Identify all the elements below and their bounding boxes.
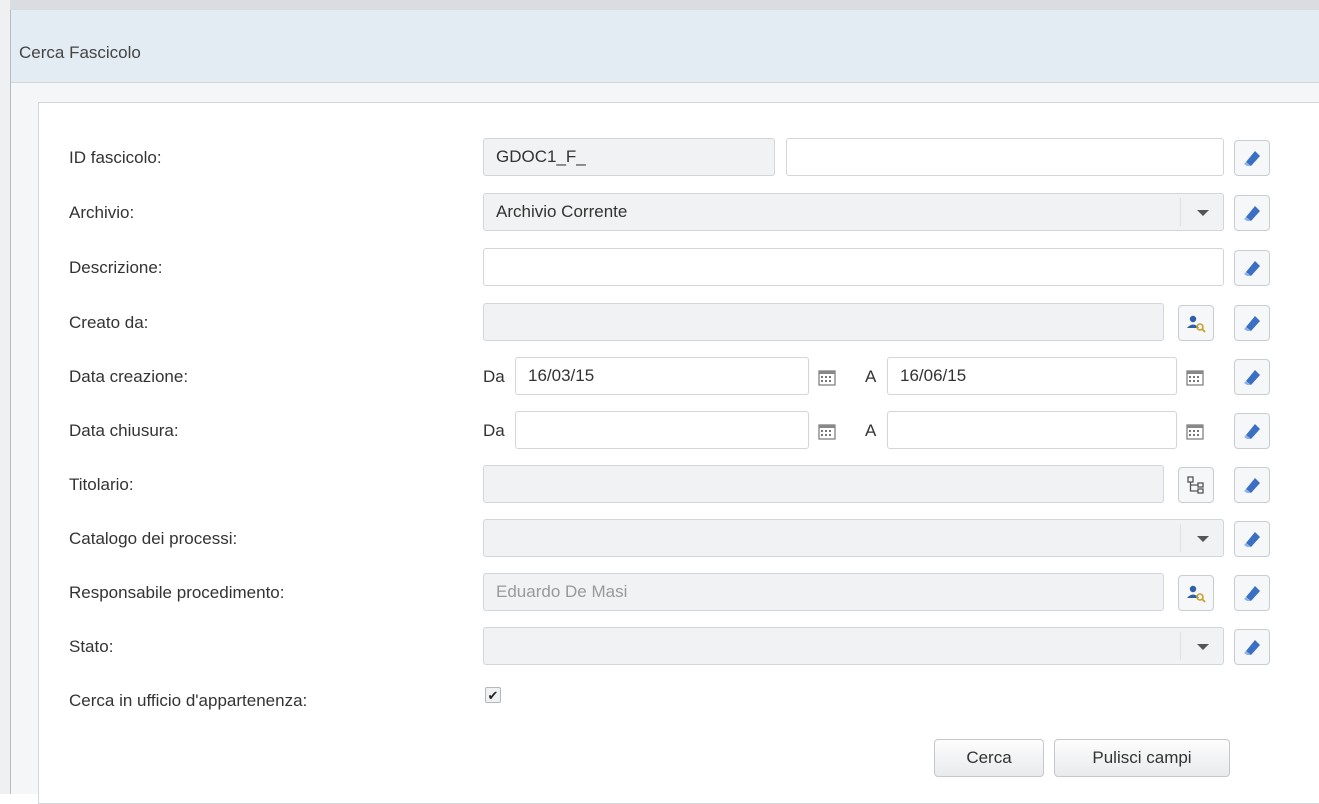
search-form: ID fascicolo: GDOC1_F_ Archivio: Archivi…: [38, 102, 1319, 804]
user-lookup-button[interactable]: [1178, 575, 1214, 611]
row-data-creazione: Data creazione: Da 16/03/15 A 16/06/15: [39, 357, 1319, 397]
row-descrizione: Descrizione:: [39, 248, 1319, 288]
chevron-down-icon[interactable]: [1197, 644, 1209, 650]
dropdown-separator: [1180, 632, 1181, 660]
dialog-title: Cerca Fascicolo: [19, 43, 141, 62]
clear-id-fascicolo-button[interactable]: [1234, 140, 1270, 176]
eraser-icon: [1244, 424, 1260, 439]
stato-select[interactable]: [483, 627, 1224, 665]
responsabile-label: Responsabile procedimento:: [69, 583, 285, 602]
catalogo-select[interactable]: [483, 519, 1224, 557]
calendar-button[interactable]: [1179, 359, 1211, 395]
user-search-icon: [1187, 315, 1206, 333]
clear-stato-button[interactable]: [1234, 629, 1270, 665]
eraser-icon: [1244, 261, 1260, 276]
titolario-input: [483, 465, 1164, 503]
data-creazione-label: Data creazione:: [69, 367, 189, 386]
archivio-select[interactable]: Archivio Corrente: [483, 193, 1224, 231]
data-chiusura-to-input[interactable]: [887, 411, 1177, 449]
row-responsabile: Responsabile procedimento: Eduardo De Ma…: [39, 573, 1319, 613]
user-lookup-button[interactable]: [1178, 305, 1214, 341]
row-cerca-ufficio: Cerca in ufficio d'appartenenza: ✔: [39, 681, 1319, 721]
data-chiusura-to-label: A: [865, 421, 877, 440]
creato-da-input: [483, 303, 1164, 341]
eraser-icon: [1244, 478, 1260, 493]
id-fascicolo-input[interactable]: [786, 138, 1224, 176]
clear-creato-da-button[interactable]: [1234, 305, 1270, 341]
row-catalogo: Catalogo dei processi:: [39, 519, 1319, 559]
calendar-icon: [818, 370, 836, 386]
clear-responsabile-button[interactable]: [1234, 575, 1270, 611]
calendar-button[interactable]: [811, 413, 843, 449]
chevron-down-icon[interactable]: [1197, 536, 1209, 542]
archivio-label: Archivio:: [69, 203, 135, 222]
clear-data-chiusura-button[interactable]: [1234, 413, 1270, 449]
id-fascicolo-label: ID fascicolo:: [69, 148, 162, 167]
responsabile-input: Eduardo De Masi: [483, 573, 1164, 611]
row-creato-da: Creato da:: [39, 303, 1319, 343]
calendar-button[interactable]: [1179, 413, 1211, 449]
data-chiusura-from-input[interactable]: [515, 411, 809, 449]
row-archivio: Archivio: Archivio Corrente: [39, 193, 1319, 233]
dropdown-separator: [1180, 198, 1181, 226]
background-strip: [0, 0, 10, 794]
row-titolario: Titolario:: [39, 465, 1319, 505]
eraser-icon: [1244, 532, 1260, 547]
descrizione-input[interactable]: [483, 248, 1224, 286]
id-fascicolo-prefix: GDOC1_F_: [483, 138, 775, 176]
chevron-down-icon[interactable]: [1197, 210, 1209, 216]
dropdown-separator: [1180, 524, 1181, 552]
eraser-icon: [1244, 316, 1260, 331]
titolario-tree-button[interactable]: [1178, 467, 1214, 503]
clear-archivio-button[interactable]: [1234, 195, 1270, 231]
data-chiusura-from-label: Da: [483, 421, 505, 440]
data-creazione-to-label: A: [865, 367, 877, 386]
catalogo-label: Catalogo dei processi:: [69, 529, 238, 548]
dialog-titlebar: Cerca Fascicolo: [11, 10, 1319, 83]
eraser-icon: [1244, 151, 1260, 166]
stato-label: Stato:: [69, 637, 114, 656]
checkmark-icon: ✔: [487, 687, 499, 703]
eraser-icon: [1244, 586, 1260, 601]
window-top-edge: [0, 0, 1319, 10]
data-creazione-from-input[interactable]: 16/03/15: [515, 357, 809, 395]
cerca-ufficio-checkbox[interactable]: ✔: [485, 687, 501, 703]
user-search-icon: [1187, 585, 1206, 603]
tree-icon: [1187, 476, 1204, 494]
clear-fields-button[interactable]: Pulisci campi: [1054, 739, 1230, 777]
eraser-icon: [1244, 370, 1260, 385]
clear-titolario-button[interactable]: [1234, 467, 1270, 503]
calendar-icon: [1186, 370, 1204, 386]
archivio-value: Archivio Corrente: [496, 202, 628, 221]
calendar-icon: [1186, 424, 1204, 440]
eraser-icon: [1244, 206, 1260, 221]
row-data-chiusura: Data chiusura: Da A: [39, 411, 1319, 451]
data-chiusura-label: Data chiusura:: [69, 421, 179, 440]
data-creazione-to-input[interactable]: 16/06/15: [887, 357, 1177, 395]
descrizione-label: Descrizione:: [69, 258, 163, 277]
clear-data-creazione-button[interactable]: [1234, 359, 1270, 395]
search-button[interactable]: Cerca: [934, 739, 1044, 777]
row-id-fascicolo: ID fascicolo: GDOC1_F_: [39, 138, 1319, 178]
creato-da-label: Creato da:: [69, 313, 149, 332]
calendar-button[interactable]: [811, 359, 843, 395]
data-creazione-from-label: Da: [483, 367, 505, 386]
cerca-ufficio-label: Cerca in ufficio d'appartenenza:: [69, 691, 308, 710]
titolario-label: Titolario:: [69, 475, 134, 494]
eraser-icon: [1244, 640, 1260, 655]
clear-catalogo-button[interactable]: [1234, 521, 1270, 557]
row-stato: Stato:: [39, 627, 1319, 667]
calendar-icon: [818, 424, 836, 440]
clear-descrizione-button[interactable]: [1234, 250, 1270, 286]
